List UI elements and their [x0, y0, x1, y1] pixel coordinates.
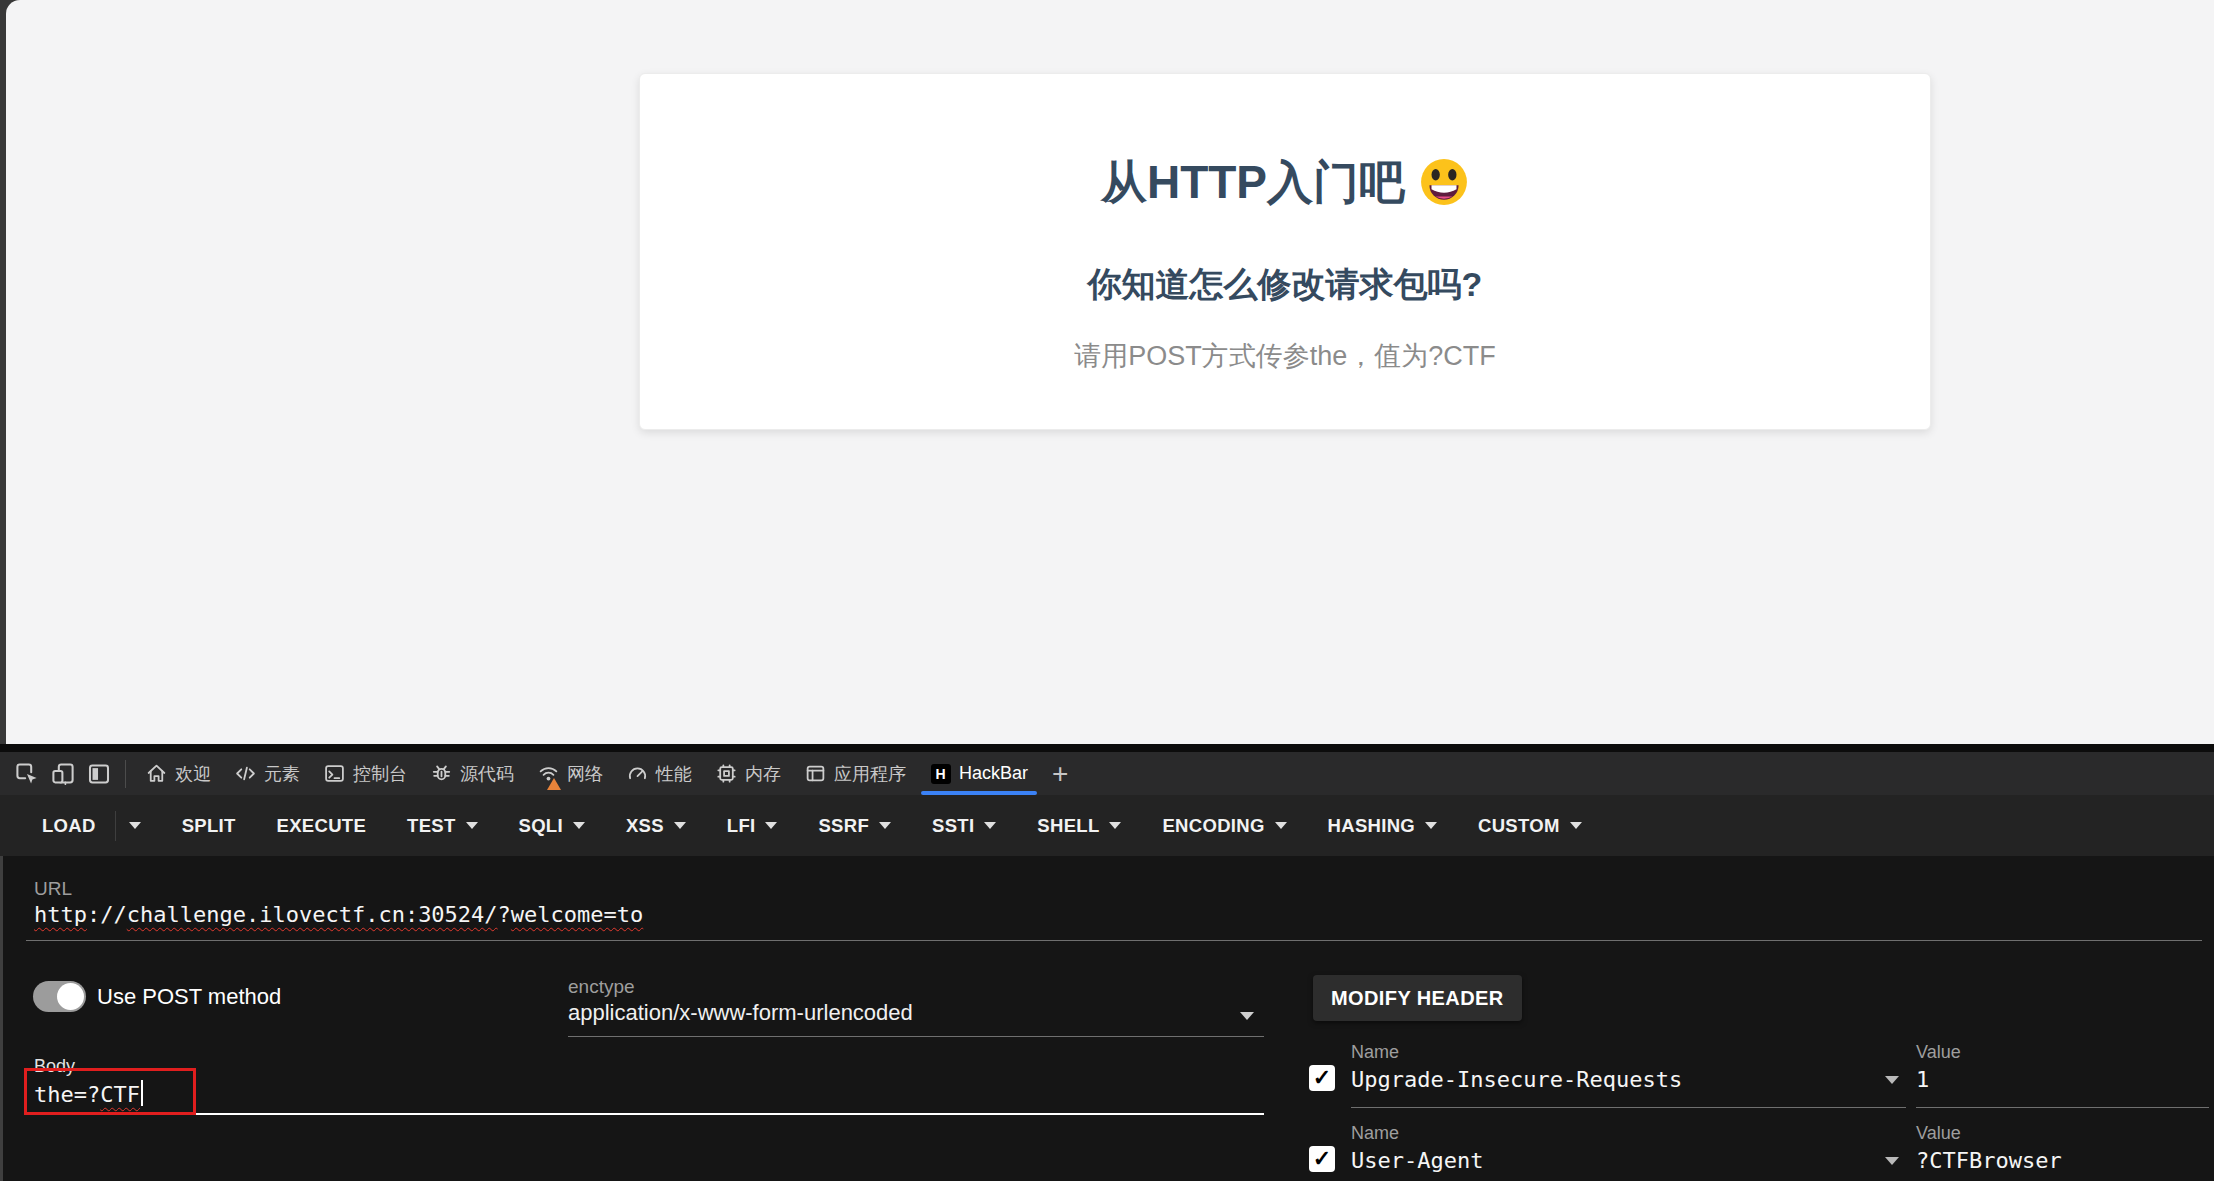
devtools-tab-应用程序[interactable]: 应用程序	[793, 752, 918, 795]
memory-icon	[716, 763, 737, 784]
card-subtitle: 你知道怎么修改请求包吗?	[640, 262, 1930, 308]
hackbar-menu-xss[interactable]: XSS	[626, 815, 686, 837]
devtools-top-border	[0, 744, 2214, 752]
hackbar-menu-ssti[interactable]: SSTI	[932, 815, 996, 837]
devtools-tab-性能[interactable]: 性能	[615, 752, 704, 795]
dock-panel-icon[interactable]	[87, 762, 111, 786]
sources-icon	[431, 763, 452, 784]
caret-down-icon	[573, 822, 585, 829]
hackbar-menu-shell[interactable]: SHELL	[1037, 815, 1121, 837]
header-name-caret-icon[interactable]	[1885, 1076, 1899, 1084]
caret-down-icon	[1109, 822, 1121, 829]
tabbar-divider	[125, 760, 126, 788]
header-name-input[interactable]: User-Agent	[1351, 1148, 1483, 1173]
caret-down-icon	[1425, 822, 1437, 829]
devtools-tab-网络[interactable]: 网络	[526, 752, 615, 795]
url-input[interactable]: http://challenge.ilovectf.cn:30524/?welc…	[34, 902, 643, 927]
hackbar-menu-custom[interactable]: CUSTOM	[1478, 815, 1582, 837]
highlight-red-box	[24, 1068, 196, 1115]
devtools-tab-控制台[interactable]: 控制台	[312, 752, 419, 795]
caret-down-icon	[765, 822, 777, 829]
caret-down-icon	[1570, 822, 1582, 829]
hackbar-menu-sqli[interactable]: SQLI	[519, 815, 585, 837]
more-tabs-button[interactable]: +	[1052, 758, 1068, 790]
header-value-underline	[1916, 1107, 2209, 1108]
browser-viewport: 从HTTP入门吧 你知道怎么修改请求包吗? 请用POST方式传参the，值为?C…	[0, 0, 2214, 744]
grinning-face-emoji	[1419, 157, 1469, 218]
application-icon	[805, 763, 826, 784]
hackbar-menu-load-caret[interactable]	[115, 811, 141, 841]
devtools-tabbar: 欢迎元素控制台源代码网络性能内存应用程序HHackBar +	[0, 752, 2214, 795]
url-input-underline	[26, 940, 2202, 941]
caret-down-icon	[879, 822, 891, 829]
header-value-input[interactable]: 1	[1916, 1067, 1929, 1092]
header-name-underline	[1351, 1107, 1906, 1108]
console-icon	[324, 763, 345, 784]
enctype-underline	[568, 1036, 1264, 1037]
device-toolbar-icon[interactable]	[51, 762, 75, 786]
performance-icon	[627, 763, 648, 784]
enctype-caret-icon	[1240, 1012, 1254, 1020]
network-icon	[538, 763, 559, 784]
hackbar-menu-execute[interactable]: EXECUTE	[277, 815, 366, 837]
modify-header-button[interactable]: MODIFY HEADER	[1313, 975, 1522, 1021]
caret-down-icon	[984, 822, 996, 829]
header-name-input[interactable]: Upgrade-Insecure-Requests	[1351, 1067, 1682, 1092]
url-label: URL	[34, 878, 72, 900]
use-post-toggle[interactable]	[33, 981, 86, 1012]
page-background: 从HTTP入门吧 你知道怎么修改请求包吗? 请用POST方式传参the，值为?C…	[6, 0, 2214, 744]
hackbar-menu-lfi[interactable]: LFI	[727, 815, 778, 837]
home-icon	[146, 763, 167, 784]
header-name-label: Name	[1351, 1123, 1399, 1144]
hackbar-menubar: LOAD SPLIT EXECUTE TEST SQLI XSS LFI SSRF SSTI SH…	[0, 795, 2214, 856]
devtools-panel: 欢迎元素控制台源代码网络性能内存应用程序HHackBar + LOAD SPLIT…	[0, 744, 2214, 1181]
enctype-label: enctype	[568, 976, 635, 998]
inspect-icon[interactable]	[15, 762, 39, 786]
header-name-label: Name	[1351, 1042, 1399, 1063]
enctype-select[interactable]: application/x-www-form-urlencoded	[568, 1000, 913, 1026]
caret-down-icon	[129, 822, 141, 829]
card-hint: 请用POST方式传参the，值为?CTF	[640, 338, 1930, 374]
hackbar-menu-ssrf[interactable]: SSRF	[818, 815, 891, 837]
caret-down-icon	[674, 822, 686, 829]
header-value-label: Value	[1916, 1042, 1961, 1063]
challenge-card: 从HTTP入门吧 你知道怎么修改请求包吗? 请用POST方式传参the，值为?C…	[639, 73, 1931, 430]
caret-down-icon	[466, 822, 478, 829]
body-input-underline	[26, 1113, 1264, 1115]
devtools-tab-内存[interactable]: 内存	[704, 752, 793, 795]
hackbar-panel: URL http://challenge.ilovectf.cn:30524/?…	[0, 856, 2214, 1181]
hackbar-icon: H	[930, 763, 951, 784]
caret-down-icon	[1275, 822, 1287, 829]
hackbar-menu-load[interactable]: LOAD	[42, 815, 96, 837]
header-name-caret-icon[interactable]	[1885, 1157, 1899, 1165]
header-value-label: Value	[1916, 1123, 1961, 1144]
elements-icon	[235, 763, 256, 784]
hackbar-menu-hashing[interactable]: HASHING	[1328, 815, 1437, 837]
card-title-text: 从HTTP入门吧	[1101, 156, 1405, 208]
devtools-tab-HackBar[interactable]: HHackBar	[918, 752, 1040, 795]
hackbar-menu-encoding[interactable]: ENCODING	[1162, 815, 1286, 837]
hackbar-menu-test[interactable]: TEST	[407, 815, 477, 837]
card-title: 从HTTP入门吧	[640, 152, 1930, 218]
devtools-tab-欢迎[interactable]: 欢迎	[134, 752, 223, 795]
header-enabled-checkbox[interactable]: ✓	[1309, 1065, 1335, 1091]
devtools-tab-源代码[interactable]: 源代码	[419, 752, 526, 795]
use-post-label: Use POST method	[97, 984, 281, 1010]
header-enabled-checkbox[interactable]: ✓	[1309, 1146, 1335, 1172]
header-value-input[interactable]: ?CTFBrowser	[1916, 1148, 2062, 1173]
devtools-tab-元素[interactable]: 元素	[223, 752, 312, 795]
hackbar-menu-split[interactable]: SPLIT	[182, 815, 236, 837]
network-warning-badge	[547, 778, 561, 790]
